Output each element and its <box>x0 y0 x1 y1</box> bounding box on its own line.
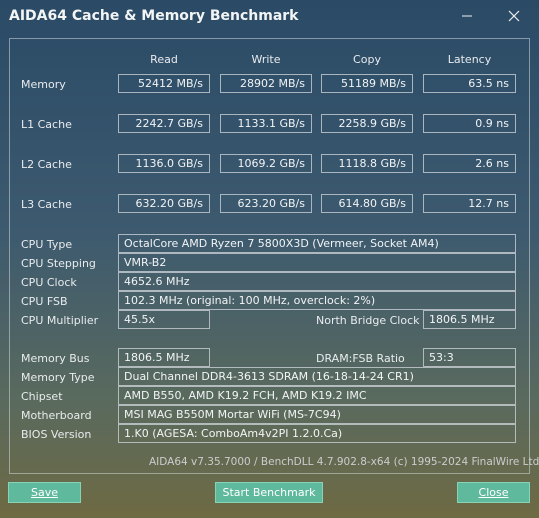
column-header-write: Write <box>251 53 281 66</box>
cpu-type-value: OctalCore AMD Ryzen 7 5800X3D (Vermeer, … <box>118 234 516 253</box>
memory-type-label: Memory Type <box>21 371 95 384</box>
minimize-button[interactable] <box>449 2 485 30</box>
l2-copy-value: 1118.8 GB/s <box>321 154 413 173</box>
cpu-stepping-value: VMR-B2 <box>118 253 516 272</box>
column-header-latency: Latency <box>447 53 492 66</box>
memory-bus-label: Memory Bus <box>21 352 90 365</box>
north-bridge-clock-label: North Bridge Clock <box>316 314 420 327</box>
memory-copy-value: 51189 MB/s <box>321 74 413 93</box>
cpu-multiplier-value: 45.5x <box>118 310 210 329</box>
l1-write-value: 1133.1 GB/s <box>220 114 312 133</box>
chipset-label: Chipset <box>21 390 63 403</box>
row-label-memory: Memory <box>21 78 66 91</box>
chipset-value: AMD B550, AMD K19.2 FCH, AMD K19.2 IMC <box>118 386 516 405</box>
l2-latency-value: 2.6 ns <box>423 154 516 173</box>
cpu-stepping-label: CPU Stepping <box>21 257 96 270</box>
north-bridge-clock-value: 1806.5 MHz <box>423 310 516 329</box>
cpu-fsb-label: CPU FSB <box>21 295 68 308</box>
row-label-l2-cache: L2 Cache <box>21 158 72 171</box>
l3-copy-value: 614.80 GB/s <box>321 194 413 213</box>
motherboard-label: Motherboard <box>21 409 92 422</box>
copyright-footer: AIDA64 v7.35.7000 / BenchDLL 4.7.902.8-x… <box>149 456 539 468</box>
start-benchmark-button[interactable]: Start Benchmark <box>215 482 323 503</box>
row-label-l1-cache: L1 Cache <box>21 118 72 131</box>
save-button[interactable]: Save <box>8 482 81 503</box>
column-header-copy: Copy <box>353 53 381 66</box>
bios-version-value: 1.K0 (AGESA: ComboAm4v2PI 1.2.0.Ca) <box>118 424 516 443</box>
l1-copy-value: 2258.9 GB/s <box>321 114 413 133</box>
window-close-button[interactable] <box>496 2 532 30</box>
l3-latency-value: 12.7 ns <box>423 194 516 213</box>
memory-type-value: Dual Channel DDR4-3613 SDRAM (16-18-14-2… <box>118 367 516 386</box>
column-header-read: Read <box>150 53 178 66</box>
window-title: AIDA64 Cache & Memory Benchmark <box>9 8 299 24</box>
dram-fsb-ratio-value: 53:3 <box>423 348 516 367</box>
bios-version-label: BIOS Version <box>21 428 92 441</box>
l1-read-value: 2242.7 GB/s <box>118 114 210 133</box>
cpu-clock-label: CPU Clock <box>21 276 77 289</box>
memory-latency-value: 63.5 ns <box>423 74 516 93</box>
save-button-label: Save <box>30 486 58 499</box>
l3-write-value: 623.20 GB/s <box>220 194 312 213</box>
memory-bus-value: 1806.5 MHz <box>118 348 210 367</box>
start-benchmark-button-label: Start Benchmark <box>222 486 316 499</box>
minimize-icon <box>461 10 473 22</box>
l3-read-value: 632.20 GB/s <box>118 194 210 213</box>
benchmark-window: AIDA64 Cache & Memory Benchmark Read Wri… <box>0 0 539 518</box>
dram-fsb-ratio-label: DRAM:FSB Ratio <box>316 352 405 365</box>
cpu-multiplier-label: CPU Multiplier <box>21 314 99 327</box>
l2-read-value: 1136.0 GB/s <box>118 154 210 173</box>
row-label-l3-cache: L3 Cache <box>21 198 72 211</box>
motherboard-value: MSI MAG B550M Mortar WiFi (MS-7C94) <box>118 405 516 424</box>
close-button-label: Close <box>478 486 509 499</box>
memory-write-value: 28902 MB/s <box>220 74 312 93</box>
cpu-type-label: CPU Type <box>21 238 73 251</box>
l1-latency-value: 0.9 ns <box>423 114 516 133</box>
close-icon <box>508 10 520 22</box>
close-button[interactable]: Close <box>457 482 530 503</box>
l2-write-value: 1069.2 GB/s <box>220 154 312 173</box>
memory-read-value: 52412 MB/s <box>118 74 210 93</box>
cpu-fsb-value: 102.3 MHz (original: 100 MHz, overclock:… <box>118 291 516 310</box>
cpu-clock-value: 4652.6 MHz <box>118 272 516 291</box>
